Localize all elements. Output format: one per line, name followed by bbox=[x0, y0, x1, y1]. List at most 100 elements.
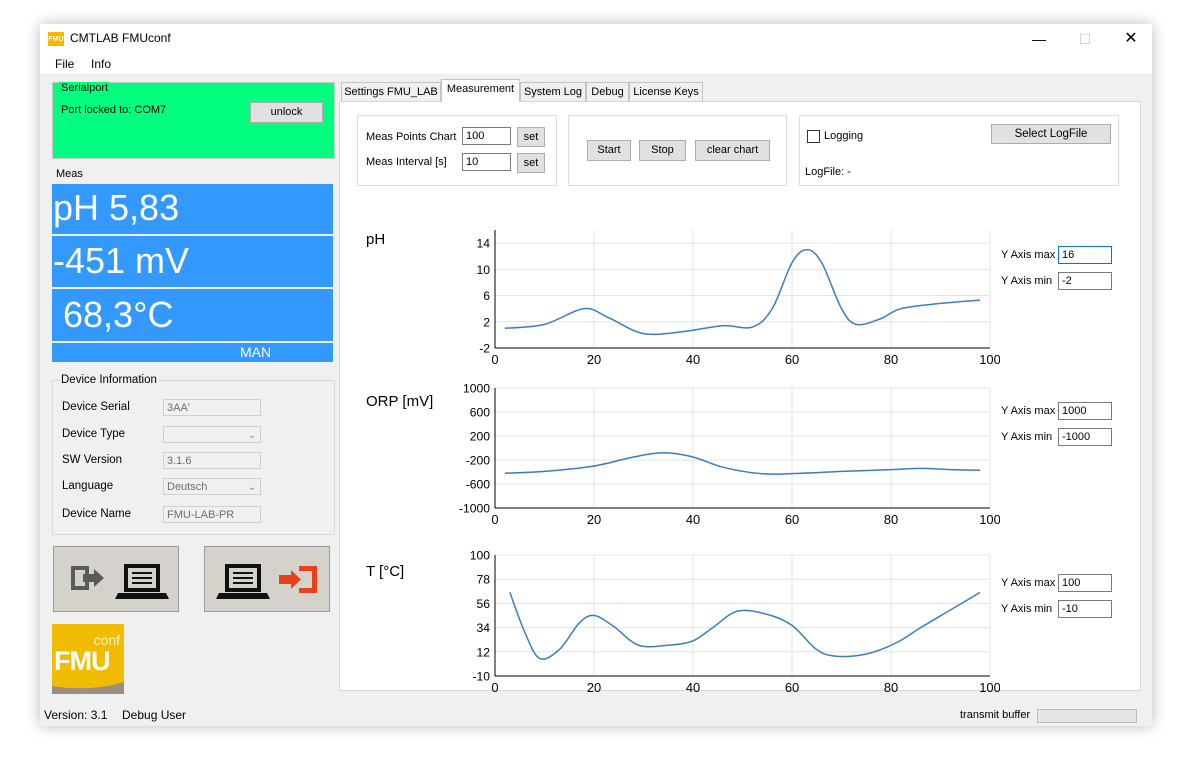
fmu-app-icon: FMU bbox=[48, 32, 64, 46]
orp-ymin-label: Y Axis min bbox=[1001, 431, 1053, 443]
sw-version-label: SW Version bbox=[62, 454, 123, 466]
tab-measurement[interactable]: Measurement bbox=[441, 79, 520, 102]
close-icon[interactable]: ✕ bbox=[1108, 24, 1154, 54]
ph-chart: 0 20 40 60 80 100 -2 2 6 10 14 bbox=[477, 230, 1000, 367]
language-value: Deutsch bbox=[167, 481, 208, 493]
unlock-button[interactable]: unlock bbox=[250, 102, 323, 123]
chevron-down-icon: ⌄ bbox=[247, 430, 256, 441]
series-line bbox=[504, 452, 981, 475]
stop-button[interactable]: Stop bbox=[639, 140, 686, 161]
tab-system-log[interactable]: System Log bbox=[520, 82, 586, 101]
temp-ymax-input[interactable] bbox=[1058, 574, 1112, 592]
mode-value: MAN bbox=[240, 344, 272, 360]
device-serial-field: 3AA' bbox=[163, 399, 261, 416]
x-tick-label: 100 bbox=[979, 680, 1000, 695]
y-tick-label: 56 bbox=[477, 597, 491, 611]
language-select: Deutsch ⌄ bbox=[163, 478, 261, 495]
orp-ymin-input[interactable] bbox=[1058, 428, 1112, 446]
logging-label: Logging bbox=[824, 130, 864, 142]
y-tick-label: 78 bbox=[477, 573, 491, 587]
ph-ymin-input[interactable] bbox=[1058, 272, 1112, 290]
x-tick-label: 80 bbox=[884, 352, 898, 367]
x-tick-label: 20 bbox=[587, 352, 601, 367]
meas-interval-label: Meas Interval [s] bbox=[366, 156, 447, 168]
y-tick-label: -10 bbox=[472, 670, 490, 684]
device-name-field: FMU-LAB-PR bbox=[163, 506, 261, 523]
ph-display: pH 5,83 bbox=[52, 184, 333, 234]
meas-points-input[interactable] bbox=[462, 127, 511, 145]
read-from-device-button[interactable] bbox=[53, 546, 179, 612]
x-tick-label: 60 bbox=[785, 352, 799, 367]
temp-ymin-label: Y Axis min bbox=[1001, 603, 1053, 615]
tab-debug[interactable]: Debug bbox=[586, 82, 629, 101]
device-serial-label: Device Serial bbox=[62, 401, 130, 413]
mv-display: -451 mV bbox=[52, 236, 333, 287]
mode-display: MAN bbox=[52, 343, 333, 362]
orp-chart: 0 20 40 60 80 100 -1000 -600 -200 200 600 1000 bbox=[459, 382, 1000, 527]
device-to-laptop-icon bbox=[71, 564, 169, 599]
chart-title-temp: T [°C] bbox=[366, 563, 405, 580]
port-status: Port locked to: COM7 bbox=[61, 104, 167, 116]
app-window: FMU CMTLAB FMUconf — ☐ ✕ File Info Seria… bbox=[40, 24, 1152, 726]
user-text: Debug User bbox=[122, 708, 187, 722]
y-tick-label: 100 bbox=[470, 549, 490, 563]
device-information-group: Device Information Device Serial 3AA' De… bbox=[52, 374, 335, 535]
tab-settings-fmu-lab[interactable]: Settings FMU_LAB bbox=[341, 82, 441, 101]
meas-interval-input[interactable] bbox=[462, 153, 511, 171]
temp-chart: 0 20 40 60 80 100 -10 12 34 56 78 100 bbox=[470, 549, 1000, 695]
y-tick-label: 6 bbox=[483, 289, 490, 303]
y-tick-label: 1000 bbox=[463, 382, 490, 396]
device-type-label: Device Type bbox=[62, 428, 126, 440]
y-tick-label: 600 bbox=[470, 406, 490, 420]
x-tick-label: 100 bbox=[979, 352, 1000, 367]
chart-title-ph: pH bbox=[366, 231, 386, 248]
menu-info[interactable]: Info bbox=[91, 57, 111, 71]
logging-checkbox[interactable] bbox=[807, 130, 820, 143]
y-tick-label: 2 bbox=[483, 315, 490, 329]
write-to-device-button[interactable] bbox=[204, 546, 330, 612]
series-line bbox=[509, 591, 981, 660]
x-tick-label: 100 bbox=[979, 512, 1000, 527]
y-tick-label: 34 bbox=[477, 621, 491, 635]
select-logfile-button[interactable]: Select LogFile bbox=[991, 124, 1111, 144]
temp-ymax-label: Y Axis max bbox=[1001, 577, 1056, 589]
y-tick-label: 200 bbox=[470, 430, 490, 444]
serialport-group: Serialport Port locked to: COM7 unlock bbox=[52, 82, 335, 159]
x-tick-label: 20 bbox=[587, 680, 601, 695]
chevron-down-icon: ⌄ bbox=[247, 482, 256, 493]
transmit-buffer-progress bbox=[1037, 709, 1137, 723]
x-tick-label: 40 bbox=[686, 352, 700, 367]
y-tick-label: -600 bbox=[466, 478, 491, 492]
device-info-title: Device Information bbox=[59, 374, 159, 386]
language-label: Language bbox=[62, 480, 114, 492]
logfile-path: LogFile: - bbox=[805, 166, 851, 178]
tab-license-keys[interactable]: License Keys bbox=[629, 82, 703, 101]
clear-chart-button[interactable]: clear chart bbox=[695, 140, 770, 161]
minimize-icon[interactable]: — bbox=[1016, 24, 1062, 54]
x-tick-label: 20 bbox=[587, 512, 601, 527]
x-tick-label: 60 bbox=[785, 512, 799, 527]
start-button[interactable]: Start bbox=[587, 140, 631, 161]
x-tick-label: 0 bbox=[491, 512, 498, 527]
set-interval-button[interactable]: set bbox=[517, 153, 545, 173]
ph-ymax-input[interactable] bbox=[1058, 246, 1112, 264]
y-tick-label: 10 bbox=[477, 263, 491, 277]
ph-value: pH 5,83 bbox=[53, 187, 180, 228]
logo-big-text: FMU bbox=[54, 646, 110, 676]
sw-version-field: 3.1.6 bbox=[163, 452, 261, 469]
chart-title-orp: ORP [mV] bbox=[366, 393, 434, 410]
orp-ymax-input[interactable] bbox=[1058, 402, 1112, 420]
meas-points-label: Meas Points Chart bbox=[366, 131, 457, 143]
x-tick-label: 0 bbox=[491, 680, 498, 695]
maximize-icon[interactable]: ☐ bbox=[1062, 24, 1108, 54]
window-title: CMTLAB FMUconf bbox=[70, 31, 171, 45]
set-points-button[interactable]: set bbox=[517, 127, 545, 147]
title-bar: FMU CMTLAB FMUconf — ☐ ✕ bbox=[40, 24, 1152, 54]
x-tick-label: 80 bbox=[884, 680, 898, 695]
temp-value: 68,3°C bbox=[63, 294, 174, 335]
meas-settings-group: Meas Points Chart set Meas Interval [s] … bbox=[357, 115, 557, 186]
menu-file[interactable]: File bbox=[55, 57, 74, 71]
transmit-buffer-label: transmit buffer bbox=[960, 709, 1031, 721]
temp-ymin-input[interactable] bbox=[1058, 600, 1112, 618]
y-tick-label: -200 bbox=[466, 454, 491, 468]
